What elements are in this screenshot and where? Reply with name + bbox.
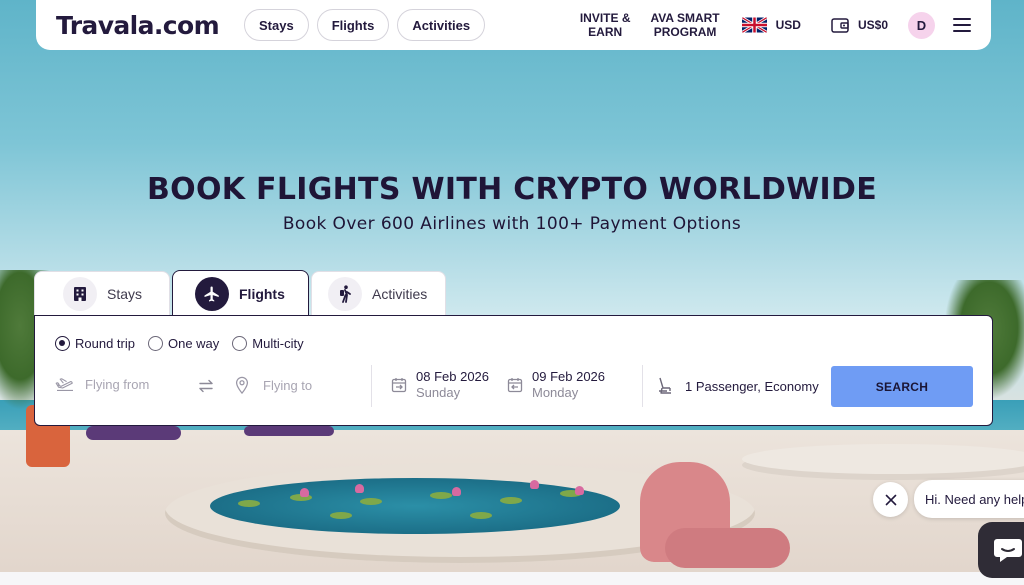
lotus-flower <box>300 488 309 497</box>
currency-selector[interactable]: USD <box>776 18 801 32</box>
nav-pill-stays[interactable]: Stays <box>244 9 309 41</box>
seat-icon <box>659 377 671 394</box>
chat-greeting-bubble[interactable]: Hi. Need any help? <box>914 480 1024 518</box>
radio-multi-city-label: Multi-city <box>252 336 304 351</box>
invite-earn-line1: INVITE & <box>579 11 631 25</box>
radio-round-trip[interactable]: Round trip <box>55 336 135 351</box>
depart-date: 08 Feb 2026 <box>416 369 490 384</box>
airplane-icon <box>195 276 229 311</box>
hero-title: BOOK FLIGHTS WITH CRYPTO WORLDWIDE <box>146 172 877 207</box>
search-button[interactable]: SEARCH <box>831 366 973 407</box>
ava-line2: PROGRAM <box>653 25 717 39</box>
radio-checked-indicator <box>55 336 70 351</box>
close-icon <box>885 494 896 505</box>
calendar-icon <box>507 378 523 393</box>
invite-earn-line2: EARN <box>588 25 623 39</box>
flying-from-field[interactable]: Flying from <box>55 376 149 392</box>
lily-pad <box>238 500 260 507</box>
radio-indicator <box>147 336 163 351</box>
tab-stays-label: Stays <box>107 285 143 302</box>
radio-multi-city[interactable]: Multi-city <box>232 336 304 351</box>
table-decoration <box>742 444 1024 474</box>
lotus-flower <box>530 480 539 489</box>
travala-logo[interactable]: Travala.com <box>56 11 244 40</box>
depart-day: Sunday <box>416 385 461 400</box>
wallet-balance[interactable]: US$0 <box>858 18 888 32</box>
pool-water <box>210 478 620 534</box>
field-divider <box>642 365 643 407</box>
lily-pad <box>360 498 382 505</box>
lily-pad <box>470 512 492 519</box>
lotus-flower <box>355 484 364 493</box>
return-day: Monday <box>532 385 579 400</box>
tab-activities[interactable]: Activities <box>311 271 446 315</box>
nav-pill-activities[interactable]: Activities <box>397 9 486 41</box>
lily-pad <box>330 512 352 519</box>
swap-icon[interactable] <box>198 379 214 393</box>
chair-seat-decoration <box>665 528 790 568</box>
tab-stays[interactable]: Stays <box>34 271 170 315</box>
tab-flights[interactable]: Flights <box>172 270 309 316</box>
hamburger-menu-icon[interactable] <box>953 17 971 33</box>
building-icon <box>63 276 97 311</box>
ava-smart-program-link[interactable]: AVA SMART PROGRAM <box>651 11 720 39</box>
page-bottom-strip <box>0 572 1024 585</box>
lily-pad <box>500 497 522 504</box>
takeoff-icon <box>55 378 73 391</box>
passenger-class-field[interactable]: 1 Passenger, Economy <box>657 377 819 395</box>
hiker-icon <box>328 276 362 311</box>
flight-search-panel: Round trip One way Multi-city Flying fro… <box>34 315 993 426</box>
return-date-field[interactable]: 09 Feb 2026 Monday <box>507 369 605 401</box>
hero-subtitle: Book Over 600 Airlines with 100+ Payment… <box>282 214 742 234</box>
chat-greeting-text: Hi. Need any help? <box>925 491 1024 507</box>
tab-activities-label: Activities <box>372 285 428 302</box>
uk-flag-icon[interactable] <box>741 17 767 33</box>
nav-pill-flights[interactable]: Flights <box>316 9 390 41</box>
radio-round-trip-label: Round trip <box>75 336 135 351</box>
field-divider <box>371 365 372 407</box>
passenger-class-value: 1 Passenger, Economy <box>685 378 819 394</box>
ava-line1: AVA SMART <box>650 11 720 25</box>
chat-launcher-button[interactable] <box>978 522 1024 578</box>
radio-one-way[interactable]: One way <box>147 336 220 351</box>
lily-pad <box>430 492 452 499</box>
return-date: 09 Feb 2026 <box>532 369 606 384</box>
trip-type-group: Round trip One way Multi-city <box>55 336 317 351</box>
wallet-icon[interactable] <box>831 17 849 33</box>
user-avatar[interactable]: D <box>908 11 935 39</box>
location-pin-icon <box>235 376 249 394</box>
nav-right-group: INVITE & EARN AVA SMART PROGRAM USD US$0… <box>560 11 971 39</box>
lotus-flower <box>575 486 584 495</box>
lounger-decoration <box>86 426 181 440</box>
invite-earn-link[interactable]: INVITE & EARN <box>580 11 631 39</box>
depart-date-field[interactable]: 08 Feb 2026 Sunday <box>391 369 489 401</box>
radio-one-way-label: One way <box>167 336 220 351</box>
flying-to-placeholder: Flying to <box>263 377 313 393</box>
chat-close-button[interactable] <box>873 482 908 517</box>
tab-flights-label: Flights <box>239 285 285 302</box>
flying-from-placeholder: Flying from <box>85 376 150 392</box>
chat-bubble-icon <box>994 539 1022 562</box>
top-navbar: Travala.com Stays Flights Activities INV… <box>36 0 991 50</box>
lounger-decoration <box>244 426 334 436</box>
calendar-icon <box>391 378 407 393</box>
lotus-flower <box>452 487 461 496</box>
flying-to-field[interactable]: Flying to <box>234 376 312 394</box>
radio-indicator <box>232 336 248 351</box>
